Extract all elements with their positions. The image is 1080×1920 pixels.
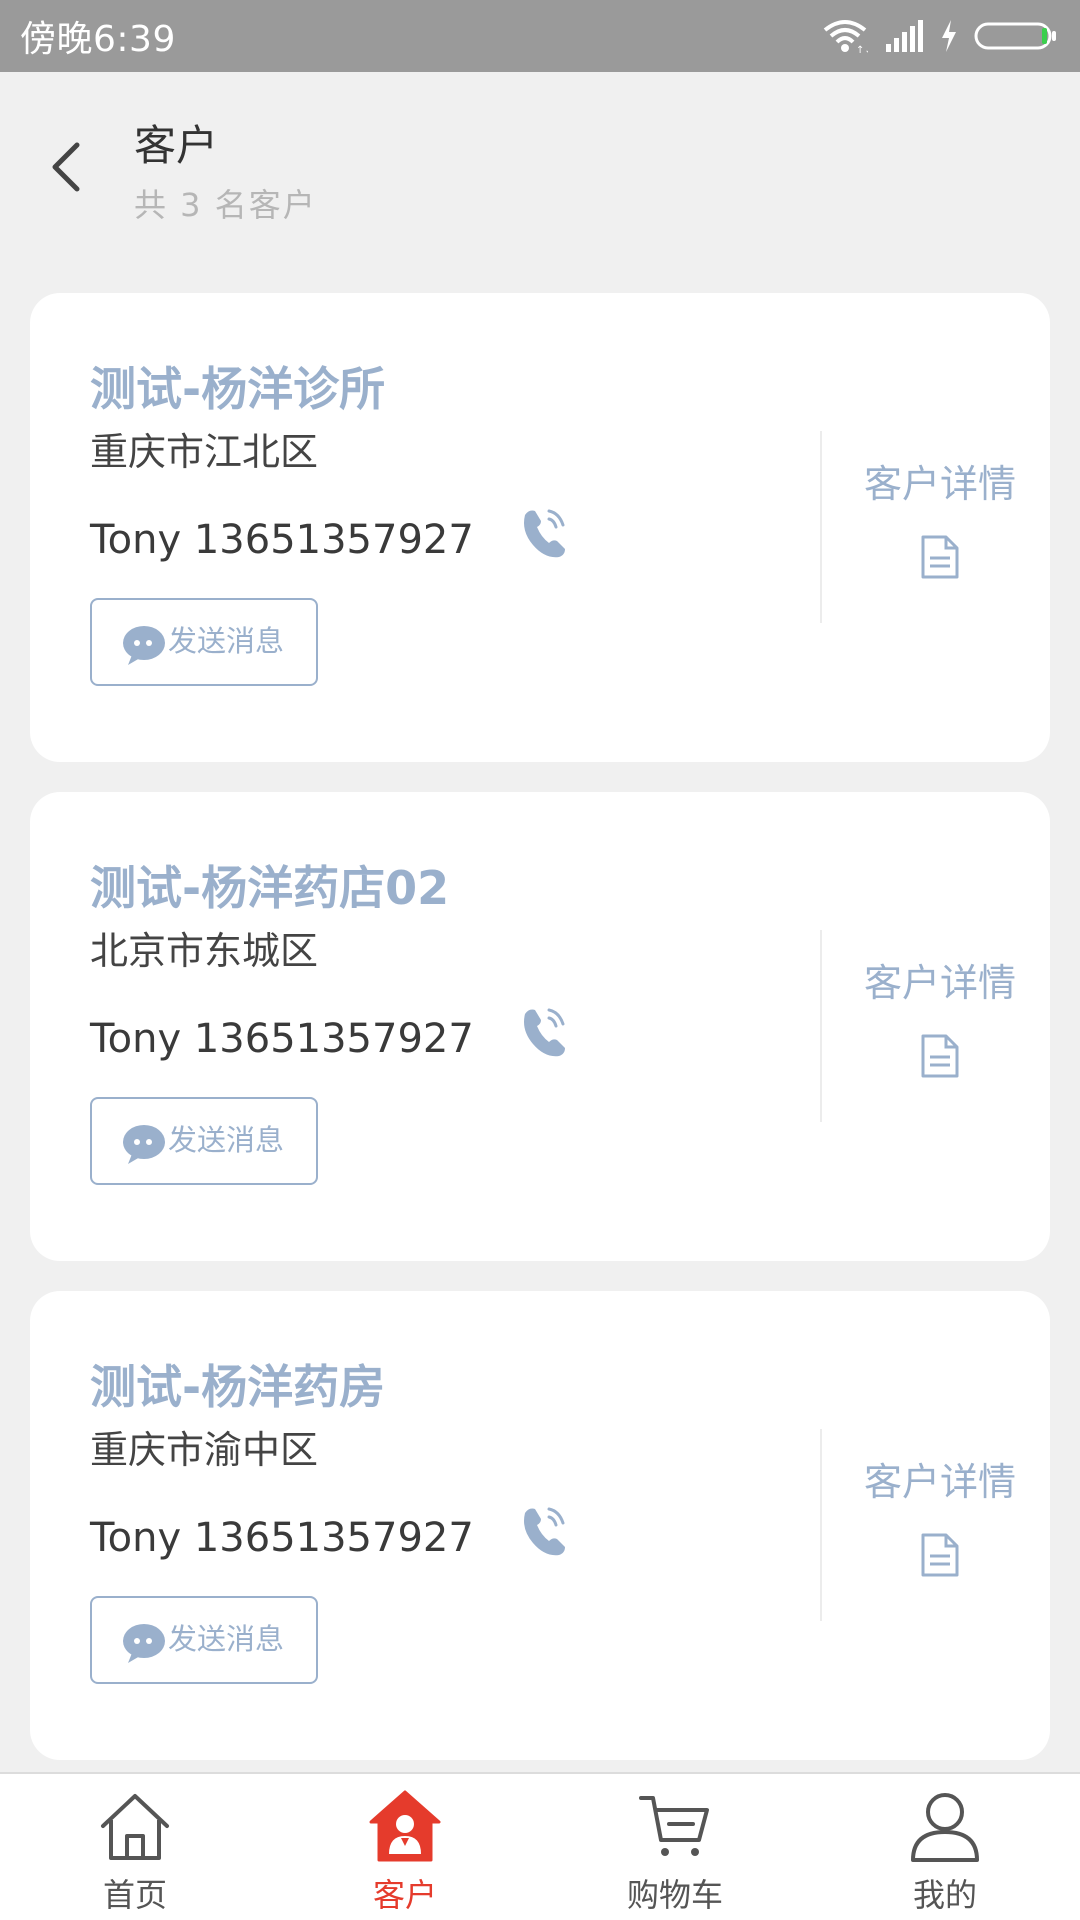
customer-region: 重庆市江北区 — [90, 430, 319, 474]
document-icon — [921, 1034, 959, 1078]
customer-contact: Tony 13651357927 — [90, 517, 474, 563]
bottom-nav: 首页 客户 购物车 我的 — [0, 1772, 1080, 1920]
cart-icon — [639, 1796, 709, 1856]
divider — [820, 1429, 822, 1621]
customer-detail-button[interactable]: 客户详情 — [830, 952, 1050, 1092]
back-button[interactable] — [40, 132, 90, 202]
chevron-left-icon — [52, 142, 80, 192]
status-icons: ↑↓ — [822, 18, 1058, 54]
document-icon — [921, 1533, 959, 1577]
call-button[interactable] — [515, 503, 575, 563]
customer-count: 共 3 名客户 — [134, 186, 317, 224]
nav-label-cart: 购物车 — [626, 1876, 723, 1914]
chat-bubble-icon — [123, 626, 165, 665]
nav-label-customers: 客户 — [372, 1876, 437, 1914]
customer-name[interactable]: 测试-杨洋诊所 — [90, 353, 385, 419]
status-bar: 傍晚6:39 ↑↓ — [0, 0, 1080, 72]
svg-text:↑↓: ↑↓ — [856, 45, 868, 54]
customer-detail-label: 客户详情 — [863, 462, 1016, 506]
header: 客户 共 3 名客户 — [0, 72, 1080, 242]
send-message-button[interactable]: 发送消息 — [90, 1097, 318, 1185]
nav-label-profile: 我的 — [912, 1876, 977, 1914]
chat-bubble-icon — [123, 1125, 165, 1164]
wifi-icon: ↑↓ — [823, 20, 868, 54]
home-icon — [101, 1794, 169, 1860]
battery-icon — [974, 22, 1056, 50]
customer-card: 测试-杨洋药房 重庆市渝中区 Tony 13651357927 发送消息 客户详… — [30, 1291, 1050, 1760]
customer-detail-label: 客户详情 — [863, 1460, 1016, 1504]
divider — [820, 431, 822, 623]
customer-name[interactable]: 测试-杨洋药店02 — [90, 852, 449, 918]
customer-detail-button[interactable]: 客户详情 — [830, 453, 1050, 593]
nav-item-home[interactable]: 首页 — [0, 1774, 270, 1920]
customer-contact: Tony 13651357927 — [90, 1515, 474, 1561]
nav-item-customers[interactable]: 客户 — [270, 1774, 540, 1920]
send-message-button[interactable]: 发送消息 — [90, 1596, 318, 1684]
phone-icon — [524, 1507, 565, 1556]
customer-region: 北京市东城区 — [90, 929, 319, 973]
send-message-label: 发送消息 — [168, 1622, 285, 1656]
send-message-button[interactable]: 发送消息 — [90, 598, 318, 686]
customer-icon — [369, 1790, 441, 1862]
nav-item-cart[interactable]: 购物车 — [540, 1774, 810, 1920]
nav-item-profile[interactable]: 我的 — [810, 1774, 1080, 1920]
customer-card: 测试-杨洋诊所 重庆市江北区 Tony 13651357927 发送消息 客户详… — [30, 293, 1050, 762]
customer-card: 测试-杨洋药店02 北京市东城区 Tony 13651357927 发送消息 客… — [30, 792, 1050, 1261]
customer-contact: Tony 13651357927 — [90, 1016, 474, 1062]
send-message-label: 发送消息 — [168, 1123, 285, 1157]
divider — [820, 930, 822, 1122]
call-button[interactable] — [515, 1002, 575, 1062]
charging-icon — [942, 20, 956, 52]
phone-icon — [524, 1008, 565, 1057]
call-button[interactable] — [515, 1501, 575, 1561]
page-title: 客户 — [134, 121, 219, 170]
nav-label-home: 首页 — [102, 1876, 167, 1914]
customer-detail-button[interactable]: 客户详情 — [830, 1451, 1050, 1591]
phone-icon — [524, 509, 565, 558]
customer-region: 重庆市渝中区 — [90, 1428, 319, 1472]
signal-icon — [886, 20, 923, 52]
customer-name[interactable]: 测试-杨洋药房 — [90, 1351, 385, 1417]
document-icon — [921, 535, 959, 579]
send-message-label: 发送消息 — [168, 624, 285, 658]
status-time: 傍晚6:39 — [20, 19, 176, 60]
profile-icon — [911, 1793, 979, 1862]
chat-bubble-icon — [123, 1624, 165, 1663]
customer-list: 测试-杨洋诊所 重庆市江北区 Tony 13651357927 发送消息 客户详… — [30, 293, 1050, 1790]
customer-detail-label: 客户详情 — [863, 961, 1016, 1005]
